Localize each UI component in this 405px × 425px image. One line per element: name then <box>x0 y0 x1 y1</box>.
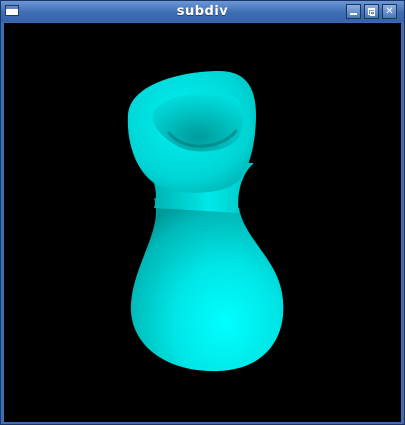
app-window: subdiv ✕ <box>0 0 405 425</box>
window-title: subdiv <box>176 4 229 19</box>
maximize-button[interactable] <box>364 4 379 19</box>
minimize-icon <box>350 13 357 15</box>
close-button[interactable]: ✕ <box>382 4 397 19</box>
close-icon: ✕ <box>385 6 394 17</box>
render-viewport[interactable] <box>4 23 401 422</box>
maximize-icon <box>368 8 375 16</box>
vase-render <box>127 71 284 372</box>
minimize-button[interactable] <box>346 4 361 19</box>
title-bar[interactable]: subdiv ✕ <box>1 1 404 22</box>
vase-body <box>130 198 284 372</box>
